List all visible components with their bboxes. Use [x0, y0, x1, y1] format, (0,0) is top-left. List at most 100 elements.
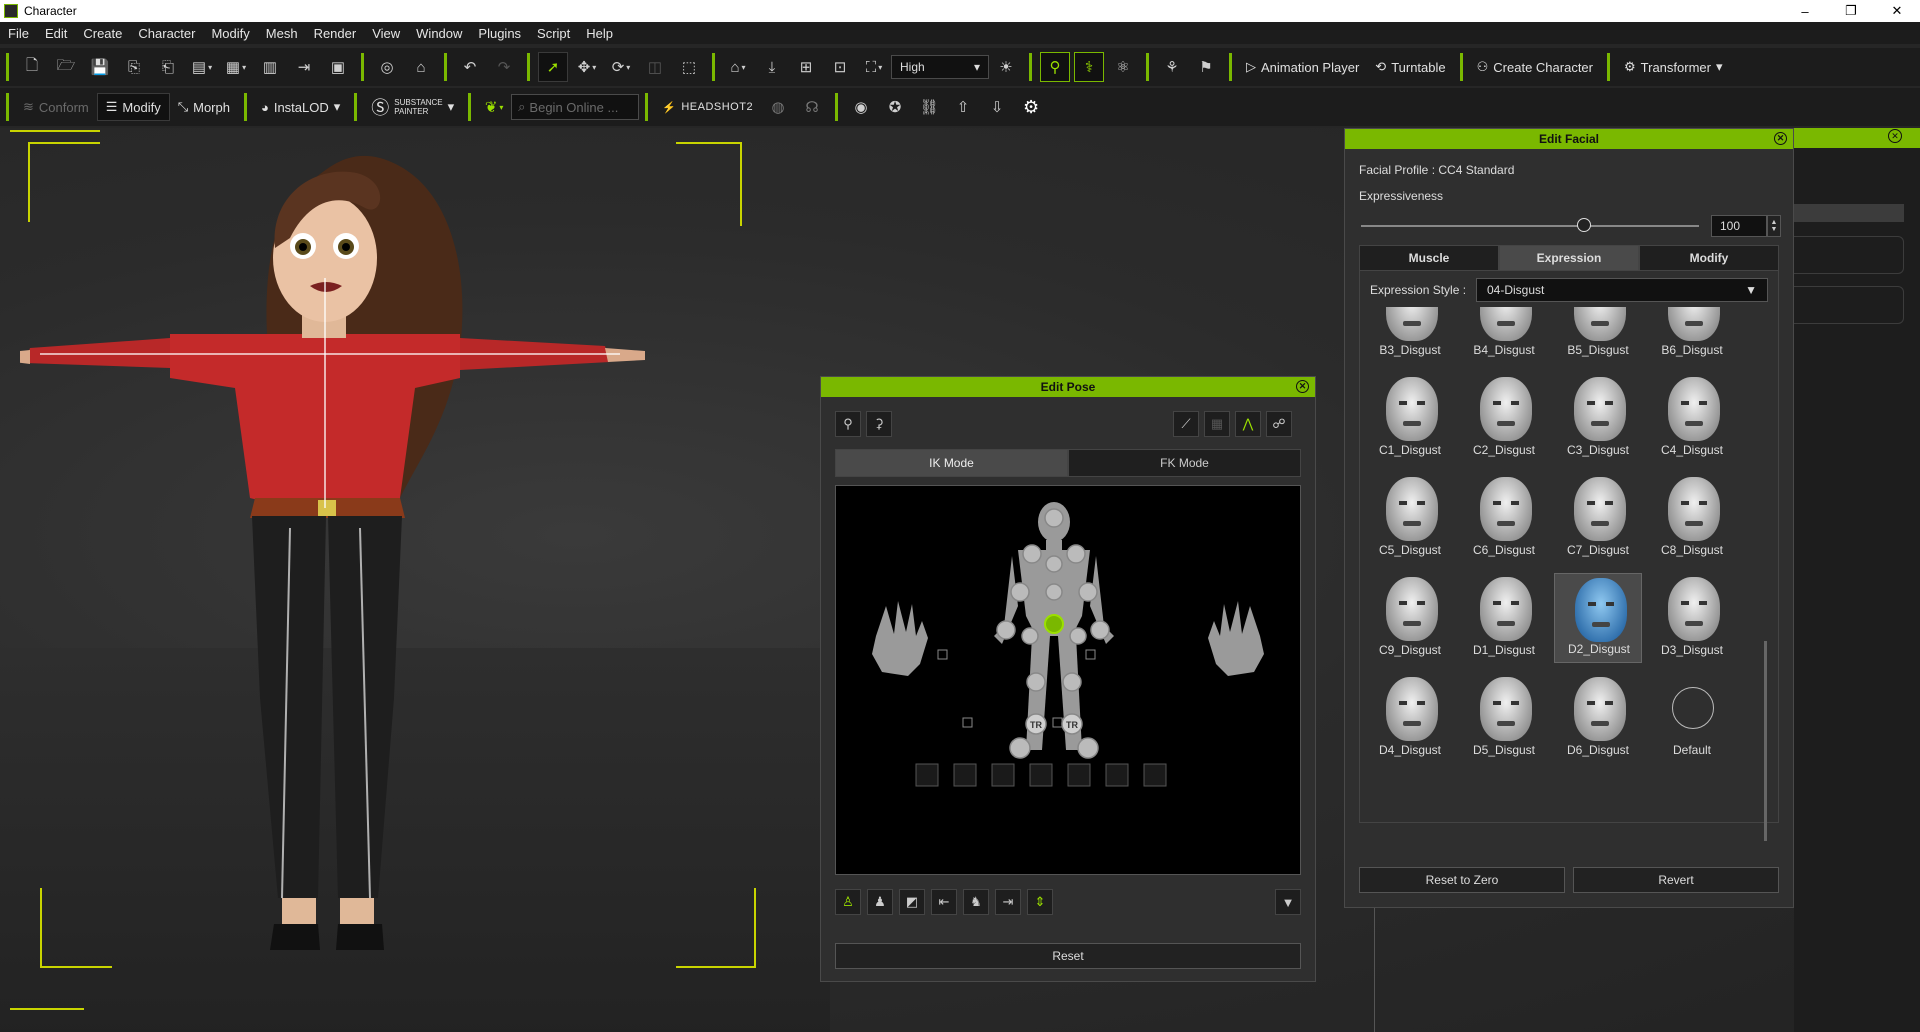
gizmo-icon[interactable]: ⬚ — [674, 52, 704, 82]
settings-gear-icon[interactable]: ⚙ — [1016, 92, 1046, 122]
substance-painter-button[interactable]: Ⓢ SUBSTANCE PAINTER ▾ — [363, 93, 462, 121]
usd-export-icon[interactable]: ▥ — [255, 52, 285, 82]
expression-item[interactable]: C6_Disgust — [1460, 473, 1548, 563]
online-search-input[interactable]: ⌕ Begin Online ... — [511, 94, 640, 120]
standing-figure-icon[interactable]: ♙ — [835, 889, 861, 915]
expression-item[interactable]: B5_Disgust — [1554, 307, 1642, 363]
new-file-icon[interactable]: 🗋 — [17, 52, 47, 82]
bone-pose-icon[interactable]: ⚲ — [1040, 52, 1070, 82]
menu-character[interactable]: Character — [130, 26, 203, 41]
send-icon[interactable]: ⇥ — [289, 52, 319, 82]
undo-icon[interactable]: ↶ — [455, 52, 485, 82]
scene-person-icon[interactable]: ⚘ — [1157, 52, 1187, 82]
expression-scrollbar[interactable] — [1764, 641, 1767, 841]
fit-down-icon[interactable]: ⤓ — [757, 52, 787, 82]
grid-tool-icon[interactable]: ▦ — [1204, 411, 1230, 437]
expression-item-default[interactable]: Default — [1648, 673, 1736, 763]
tab-muscle[interactable]: Muscle — [1359, 245, 1499, 271]
morph-button[interactable]: ⤡ Morph — [170, 93, 238, 121]
mirror-left-icon[interactable]: ⚲ — [835, 411, 861, 437]
quality-select[interactable]: High ▾ — [891, 55, 989, 79]
expression-item[interactable]: D1_Disgust — [1460, 573, 1548, 663]
tab-expression[interactable]: Expression — [1499, 245, 1639, 271]
conform-button[interactable]: ≋ Conform — [15, 93, 97, 121]
revert-button[interactable]: Revert — [1573, 867, 1779, 893]
expression-style-select[interactable]: 04-Disgust ▼ — [1476, 278, 1768, 302]
tab-fk-mode[interactable]: FK Mode — [1068, 449, 1301, 477]
flip-left-icon[interactable]: ⇤ — [931, 889, 957, 915]
edit-facial-header[interactable]: Edit Facial ✕ — [1345, 129, 1793, 149]
mirror-right-icon[interactable]: ⚳ — [866, 411, 892, 437]
export-icon[interactable]: ⎗ — [153, 52, 183, 82]
expressiveness-slider[interactable] — [1361, 225, 1699, 227]
expression-item[interactable]: C4_Disgust — [1648, 373, 1736, 463]
fk-chain-icon[interactable]: ☍ — [1266, 411, 1292, 437]
expression-item-selected[interactable]: D2_Disgust — [1554, 573, 1642, 663]
zoom-extents-icon[interactable]: ⊞ — [791, 52, 821, 82]
menu-edit[interactable]: Edit — [37, 26, 75, 41]
menu-create[interactable]: Create — [75, 26, 130, 41]
flip-right-icon[interactable]: ⇥ — [995, 889, 1021, 915]
expression-item[interactable]: D6_Disgust — [1554, 673, 1642, 763]
reset-pose-button[interactable]: Reset — [835, 943, 1301, 969]
select-arrow-icon[interactable]: ➚ — [538, 52, 568, 82]
menu-view[interactable]: View — [364, 26, 408, 41]
close-icon[interactable]: ✕ — [1888, 129, 1902, 143]
menu-render[interactable]: Render — [306, 26, 365, 41]
expression-item[interactable]: D5_Disgust — [1460, 673, 1548, 763]
download-icon[interactable]: ⇩ — [982, 92, 1012, 122]
ik-pose-icon[interactable]: ⚕ — [1074, 52, 1104, 82]
menu-window[interactable]: Window — [408, 26, 470, 41]
scene-icon[interactable]: ⌂ — [406, 52, 436, 82]
bone-tool-icon[interactable]: ⟋ — [1173, 411, 1199, 437]
save-project-icon[interactable]: ▣ — [323, 52, 353, 82]
expression-item[interactable]: C9_Disgust — [1366, 573, 1454, 663]
expression-item[interactable]: B4_Disgust — [1460, 307, 1548, 363]
menu-mesh[interactable]: Mesh — [258, 26, 306, 41]
menu-file[interactable]: File — [0, 26, 37, 41]
upload-icon[interactable]: ⇧ — [948, 92, 978, 122]
close-icon[interactable]: ✕ — [1774, 132, 1787, 145]
menu-help[interactable]: Help — [578, 26, 621, 41]
expression-item[interactable]: B6_Disgust — [1648, 307, 1736, 363]
expression-item[interactable]: D4_Disgust — [1366, 673, 1454, 763]
expressiveness-slider-handle[interactable] — [1577, 218, 1592, 232]
modify-button[interactable]: ☰ Modify — [96, 93, 170, 121]
tab-modify[interactable]: Modify — [1639, 245, 1779, 271]
move-icon[interactable]: ✥ — [572, 52, 602, 82]
save-icon[interactable]: 💾 — [85, 52, 115, 82]
menu-script[interactable]: Script — [529, 26, 578, 41]
animation-player-button[interactable]: ▷ Animation Player — [1238, 53, 1367, 81]
flag-icon[interactable]: ⚑ — [1191, 52, 1221, 82]
menu-plugins[interactable]: Plugins — [470, 26, 529, 41]
spin-down-icon[interactable]: ▼ — [1771, 226, 1778, 233]
character-model[interactable] — [20, 138, 760, 1008]
spin-up-icon[interactable]: ▲ — [1771, 219, 1778, 226]
close-icon[interactable]: ✕ — [1296, 380, 1309, 393]
expression-item[interactable]: C8_Disgust — [1648, 473, 1736, 563]
headshot-button[interactable]: ⚡ HEADSHOT2 — [654, 93, 761, 121]
expression-item[interactable]: C7_Disgust — [1554, 473, 1642, 563]
expand-arrow-icon[interactable]: ▼ — [1275, 889, 1301, 915]
expressiveness-spinner[interactable]: ▲ ▼ — [1767, 215, 1781, 237]
close-window-button[interactable]: ✕ — [1874, 0, 1920, 22]
figure-icon[interactable]: ♟ — [867, 889, 893, 915]
tab-ik-mode[interactable]: IK Mode — [835, 449, 1068, 477]
expression-item[interactable]: C2_Disgust — [1460, 373, 1548, 463]
align-center-icon[interactable]: ⇕ — [1027, 889, 1053, 915]
plant-icon[interactable]: ❦ — [479, 92, 509, 122]
expression-item[interactable]: C1_Disgust — [1366, 373, 1454, 463]
maximize-button[interactable]: ❐ — [1828, 0, 1874, 22]
instalod-button[interactable]: ◕ InstaLOD ▾ — [253, 93, 348, 121]
head-mesh-icon[interactable]: ☊ — [797, 92, 827, 122]
expression-item[interactable]: C3_Disgust — [1554, 373, 1642, 463]
blender-icon[interactable]: ◉ — [846, 92, 876, 122]
expression-item[interactable]: B3_Disgust — [1366, 307, 1454, 363]
import-icon[interactable]: ⎘ — [119, 52, 149, 82]
minimize-button[interactable]: – — [1782, 0, 1828, 22]
rotate-icon[interactable]: ⟳ — [606, 52, 636, 82]
obj-export-icon[interactable]: ▤ — [187, 52, 217, 82]
turntable-button[interactable]: ⟲ Turntable — [1367, 53, 1453, 81]
transformer-button[interactable]: ⚙ Transformer ▾ — [1616, 53, 1731, 81]
open-folder-icon[interactable]: 🗁 — [51, 52, 81, 82]
